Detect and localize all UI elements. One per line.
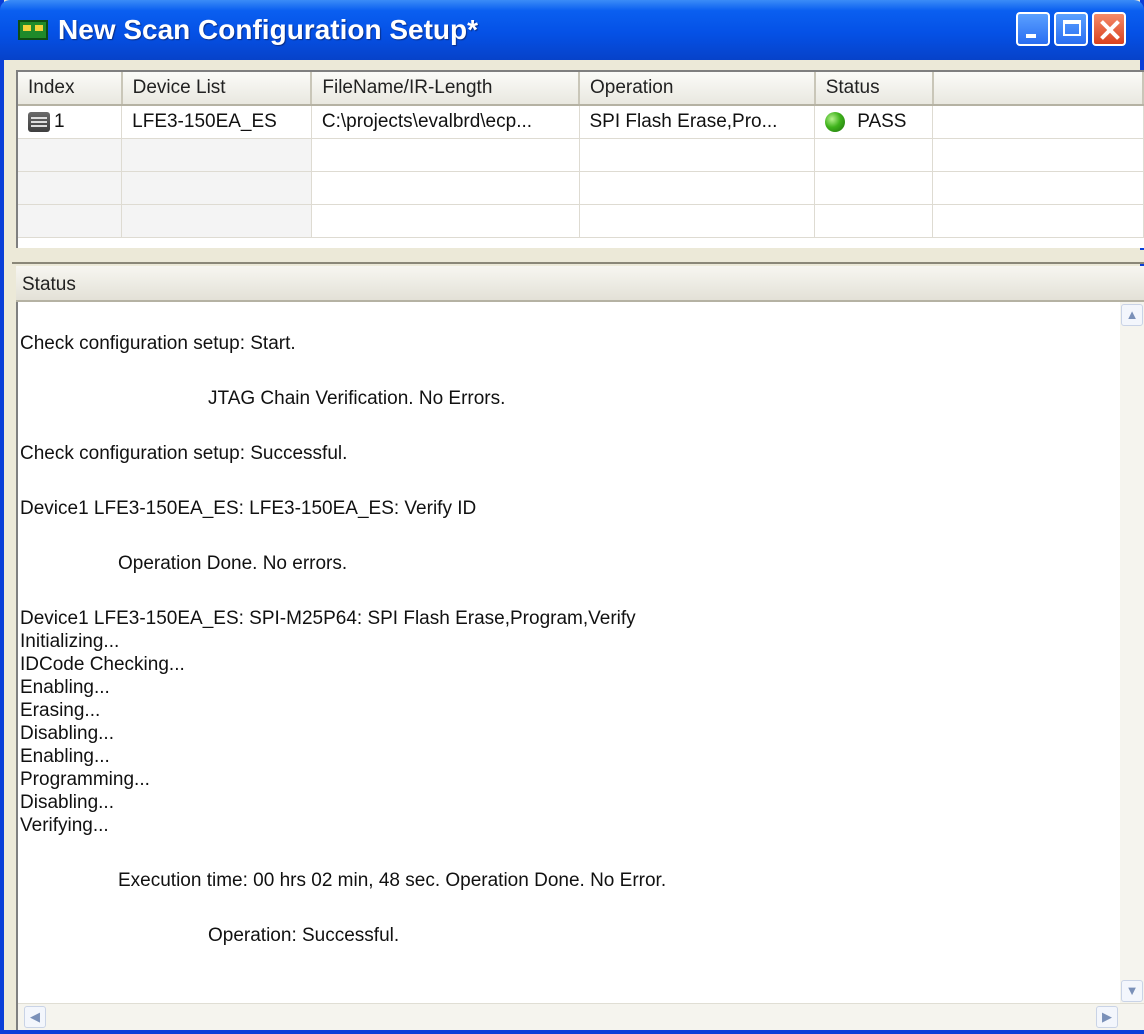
log-line: Verifying... bbox=[20, 815, 109, 836]
title-bar[interactable]: New Scan Configuration Setup* bbox=[0, 0, 1144, 60]
log-line: Programming... bbox=[20, 769, 150, 790]
green-status-dot-icon bbox=[825, 111, 846, 132]
scroll-left-button[interactable]: ◀ bbox=[24, 1006, 46, 1028]
empty-cell bbox=[932, 105, 1144, 139]
log-line: Disabling... bbox=[20, 792, 114, 813]
app-window: New Scan Configuration Setup* Index Devi… bbox=[0, 0, 1144, 1034]
column-header-empty bbox=[932, 72, 1144, 106]
log-line: Check configuration setup: Start. bbox=[20, 333, 296, 354]
log-line: Operation Done. No errors. bbox=[118, 553, 348, 574]
maximize-button[interactable] bbox=[1054, 12, 1088, 46]
log-line: Check configuration setup: Successful. bbox=[20, 443, 348, 464]
row-index-cell[interactable]: 1 bbox=[18, 105, 123, 139]
table-header-row: Index Device List FileName/IR-Length Ope… bbox=[18, 72, 1144, 106]
scroll-up-button[interactable]: ▲ bbox=[1121, 304, 1143, 326]
filename-cell[interactable]: C:\projects\evalbrd\ecp... bbox=[311, 105, 580, 139]
log-line: Erasing... bbox=[20, 700, 101, 721]
log-line: Device1 LFE3-150EA_ES: LFE3-150EA_ES: Ve… bbox=[20, 498, 477, 519]
close-button[interactable] bbox=[1092, 12, 1126, 46]
column-header-filename[interactable]: FileName/IR-Length bbox=[311, 72, 580, 106]
status-log[interactable]: Check configuration setup: Start. JTAG C… bbox=[16, 302, 1144, 1030]
log-line: IDCode Checking... bbox=[20, 654, 185, 675]
log-line: JTAG Chain Verification. No Errors. bbox=[208, 388, 506, 409]
log-line: Disabling... bbox=[20, 723, 114, 744]
device-grid[interactable]: Index Device List FileName/IR-Length Ope… bbox=[16, 70, 1144, 248]
column-header-operation[interactable]: Operation bbox=[579, 72, 816, 106]
device-cell[interactable]: LFE3-150EA_ES bbox=[121, 105, 312, 139]
status-value: PASS bbox=[857, 111, 907, 132]
column-header-status[interactable]: Status bbox=[814, 72, 934, 106]
status-panel-header: Status bbox=[16, 266, 1144, 302]
scroll-right-button[interactable]: ▶ bbox=[1096, 1006, 1118, 1028]
log-line: Device1 LFE3-150EA_ES: SPI-M25P64: SPI F… bbox=[20, 608, 636, 629]
log-line: Enabling... bbox=[20, 677, 110, 698]
column-header-index[interactable]: Index bbox=[18, 72, 123, 106]
table-row[interactable] bbox=[18, 204, 1144, 238]
chip-board-icon[interactable] bbox=[18, 20, 48, 40]
log-line: Operation: Successful. bbox=[208, 925, 400, 946]
table-row[interactable] bbox=[18, 138, 1144, 172]
minimize-button[interactable] bbox=[1016, 12, 1050, 46]
scroll-down-button[interactable]: ▼ bbox=[1121, 980, 1143, 1002]
window-title: New Scan Configuration Setup* bbox=[58, 14, 479, 45]
device-table: Index Device List FileName/IR-Length Ope… bbox=[18, 72, 1144, 238]
pane-splitter[interactable] bbox=[12, 250, 1144, 264]
vertical-scrollbar[interactable]: ▲ ▼ bbox=[1120, 302, 1144, 1004]
horizontal-scrollbar[interactable]: ◀ ▶ bbox=[18, 1003, 1144, 1030]
operation-cell[interactable]: SPI Flash Erase,Pro... bbox=[579, 105, 816, 139]
log-text: Check configuration setup: Start. JTAG C… bbox=[20, 332, 1100, 947]
row-index: 1 bbox=[54, 111, 65, 132]
printer-icon bbox=[28, 111, 50, 132]
log-line: Initializing... bbox=[20, 631, 120, 652]
table-row[interactable] bbox=[18, 171, 1144, 205]
table-row[interactable]: 1 LFE3-150EA_ES C:\projects\evalbrd\ecp.… bbox=[18, 105, 1144, 139]
log-line: Execution time: 00 hrs 02 min, 48 sec. O… bbox=[118, 870, 667, 891]
column-header-device-list[interactable]: Device List bbox=[121, 72, 313, 106]
log-line: Enabling... bbox=[20, 746, 110, 767]
status-cell[interactable]: PASS bbox=[814, 105, 933, 139]
